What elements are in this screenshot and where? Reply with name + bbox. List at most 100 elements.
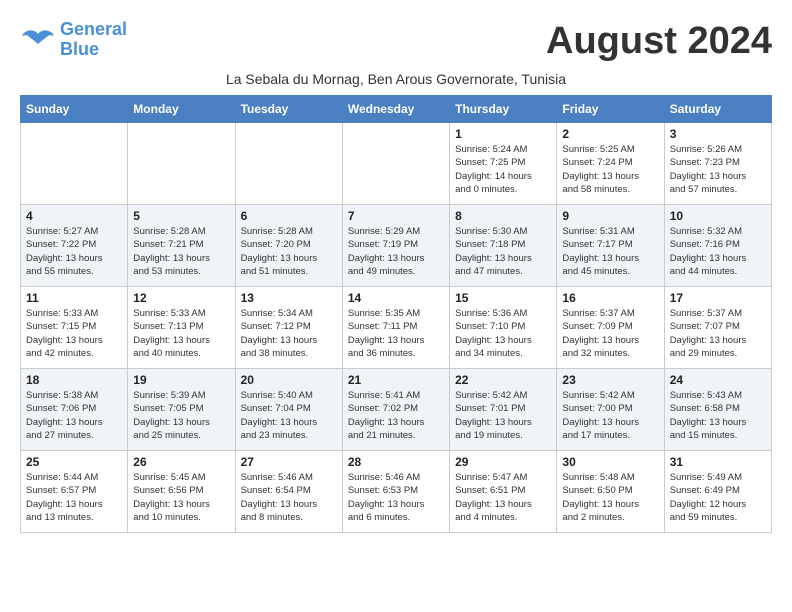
day-info: Sunrise: 5:25 AMSunset: 7:24 PMDaylight:… [562,143,658,196]
calendar-cell: 1 Sunrise: 5:24 AMSunset: 7:25 PMDaylight… [450,123,557,205]
calendar-cell [235,123,342,205]
calendar-cell: 8 Sunrise: 5:30 AMSunset: 7:18 PMDaylight… [450,205,557,287]
logo-icon [20,26,56,54]
day-info: Sunrise: 5:37 AMSunset: 7:09 PMDaylight:… [562,307,658,360]
day-number: 16 [562,291,658,305]
calendar-cell: 15 Sunrise: 5:36 AMSunset: 7:10 PMDayligh… [450,287,557,369]
calendar-cell [342,123,449,205]
day-number: 20 [241,373,337,387]
calendar-cell: 2 Sunrise: 5:25 AMSunset: 7:24 PMDaylight… [557,123,664,205]
calendar-cell: 26Sunrise: 5:45 AMSunset: 6:56 PMDayligh… [128,451,235,533]
calendar-cell: 14 Sunrise: 5:35 AMSunset: 7:11 PMDayligh… [342,287,449,369]
day-number: 3 [670,127,766,141]
day-info: Sunrise: 5:35 AMSunset: 7:11 PMDaylight:… [348,307,444,360]
day-number: 28 [348,455,444,469]
logo: General Blue [20,20,127,60]
calendar-cell: 9Sunrise: 5:31 AMSunset: 7:17 PMDaylight… [557,205,664,287]
day-number: 21 [348,373,444,387]
day-info: Sunrise: 5:30 AMSunset: 7:18 PMDaylight:… [455,225,551,278]
day-info: Sunrise: 5:34 AMSunset: 7:12 PMDaylight:… [241,307,337,360]
calendar-cell: 3Sunrise: 5:26 AMSunset: 7:23 PMDaylight… [664,123,771,205]
calendar-cell: 4 Sunrise: 5:27 AMSunset: 7:22 PMDaylight… [21,205,128,287]
day-info: Sunrise: 5:42 AMSunset: 7:01 PMDaylight:… [455,389,551,442]
calendar-cell: 13 Sunrise: 5:34 AMSunset: 7:12 PMDayligh… [235,287,342,369]
calendar-cell: 19Sunrise: 5:39 AMSunset: 7:05 PMDayligh… [128,369,235,451]
calendar-cell: 18 Sunrise: 5:38 AMSunset: 7:06 PMDayligh… [21,369,128,451]
day-number: 22 [455,373,551,387]
day-info: Sunrise: 5:48 AMSunset: 6:50 PMDaylight:… [562,471,658,524]
calendar-cell: 20 Sunrise: 5:40 AMSunset: 7:04 PMDayligh… [235,369,342,451]
logo-text: General Blue [60,20,127,60]
month-title: August 2024 [546,20,772,63]
calendar-week-1: 1 Sunrise: 5:24 AMSunset: 7:25 PMDaylight… [21,123,772,205]
day-number: 25 [26,455,122,469]
calendar-week-2: 4 Sunrise: 5:27 AMSunset: 7:22 PMDaylight… [21,205,772,287]
calendar-cell: 21Sunrise: 5:41 AMSunset: 7:02 PMDayligh… [342,369,449,451]
day-number: 11 [26,291,122,305]
calendar-cell: 17 Sunrise: 5:37 AMSunset: 7:07 PMDayligh… [664,287,771,369]
day-number: 17 [670,291,766,305]
calendar-cell: 23 Sunrise: 5:42 AMSunset: 7:00 PMDayligh… [557,369,664,451]
calendar-cell [128,123,235,205]
day-info: Sunrise: 5:38 AMSunset: 7:06 PMDaylight:… [26,389,122,442]
calendar-cell: 22 Sunrise: 5:42 AMSunset: 7:01 PMDayligh… [450,369,557,451]
day-number: 2 [562,127,658,141]
day-number: 13 [241,291,337,305]
header-thursday: Thursday [450,96,557,123]
day-number: 23 [562,373,658,387]
calendar-week-3: 11 Sunrise: 5:33 AMSunset: 7:15 PMDayligh… [21,287,772,369]
calendar-cell: 12Sunrise: 5:33 AMSunset: 7:13 PMDayligh… [128,287,235,369]
day-info: Sunrise: 5:36 AMSunset: 7:10 PMDaylight:… [455,307,551,360]
day-info: Sunrise: 5:44 AMSunset: 6:57 PMDaylight:… [26,471,122,524]
header-friday: Friday [557,96,664,123]
day-info: Sunrise: 5:43 AMSunset: 6:58 PMDaylight:… [670,389,766,442]
day-number: 31 [670,455,766,469]
day-number: 24 [670,373,766,387]
header-wednesday: Wednesday [342,96,449,123]
day-number: 1 [455,127,551,141]
calendar-week-4: 18 Sunrise: 5:38 AMSunset: 7:06 PMDayligh… [21,369,772,451]
day-number: 5 [133,209,229,223]
day-number: 10 [670,209,766,223]
calendar-cell: 29Sunrise: 5:47 AMSunset: 6:51 PMDayligh… [450,451,557,533]
calendar-cell: 7 Sunrise: 5:29 AMSunset: 7:19 PMDaylight… [342,205,449,287]
subtitle: La Sebala du Mornag, Ben Arous Governora… [20,71,772,87]
day-info: Sunrise: 5:42 AMSunset: 7:00 PMDaylight:… [562,389,658,442]
calendar-cell: 10Sunrise: 5:32 AMSunset: 7:16 PMDayligh… [664,205,771,287]
header-monday: Monday [128,96,235,123]
day-info: Sunrise: 5:33 AMSunset: 7:15 PMDaylight:… [26,307,122,360]
day-info: Sunrise: 5:24 AMSunset: 7:25 PMDaylight:… [455,143,551,196]
day-number: 7 [348,209,444,223]
header-sunday: Sunday [21,96,128,123]
header-saturday: Saturday [664,96,771,123]
calendar-cell: 24 Sunrise: 5:43 AMSunset: 6:58 PMDayligh… [664,369,771,451]
day-number: 4 [26,209,122,223]
day-info: Sunrise: 5:40 AMSunset: 7:04 PMDaylight:… [241,389,337,442]
day-info: Sunrise: 5:46 AMSunset: 6:54 PMDaylight:… [241,471,337,524]
day-number: 6 [241,209,337,223]
day-number: 14 [348,291,444,305]
day-number: 15 [455,291,551,305]
day-info: Sunrise: 5:46 AMSunset: 6:53 PMDaylight:… [348,471,444,524]
header-tuesday: Tuesday [235,96,342,123]
page-header: General Blue August 2024 [20,20,772,63]
day-info: Sunrise: 5:33 AMSunset: 7:13 PMDaylight:… [133,307,229,360]
calendar-cell: 25 Sunrise: 5:44 AMSunset: 6:57 PMDayligh… [21,451,128,533]
calendar-cell: 16 Sunrise: 5:37 AMSunset: 7:09 PMDayligh… [557,287,664,369]
day-info: Sunrise: 5:37 AMSunset: 7:07 PMDaylight:… [670,307,766,360]
day-number: 26 [133,455,229,469]
day-info: Sunrise: 5:27 AMSunset: 7:22 PMDaylight:… [26,225,122,278]
day-number: 9 [562,209,658,223]
calendar-table: SundayMondayTuesdayWednesdayThursdayFrid… [20,95,772,533]
day-number: 18 [26,373,122,387]
calendar-cell: 31 Sunrise: 5:49 AMSunset: 6:49 PMDayligh… [664,451,771,533]
calendar-cell: 6 Sunrise: 5:28 AMSunset: 7:20 PMDaylight… [235,205,342,287]
calendar-cell: 27Sunrise: 5:46 AMSunset: 6:54 PMDayligh… [235,451,342,533]
day-info: Sunrise: 5:39 AMSunset: 7:05 PMDaylight:… [133,389,229,442]
calendar-cell [21,123,128,205]
day-info: Sunrise: 5:49 AMSunset: 6:49 PMDaylight:… [670,471,766,524]
calendar-week-5: 25 Sunrise: 5:44 AMSunset: 6:57 PMDayligh… [21,451,772,533]
day-info: Sunrise: 5:29 AMSunset: 7:19 PMDaylight:… [348,225,444,278]
day-number: 8 [455,209,551,223]
day-info: Sunrise: 5:28 AMSunset: 7:20 PMDaylight:… [241,225,337,278]
